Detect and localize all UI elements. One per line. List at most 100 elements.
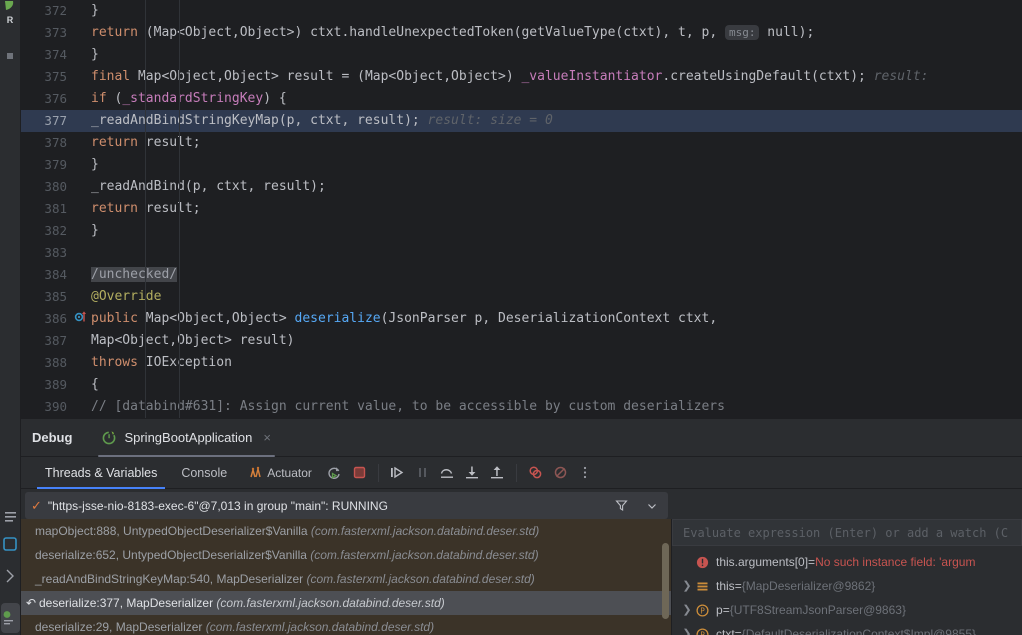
code-editor[interactable]: 372 } 373 return (Map<Object,Object>) ctx… [21,0,1022,418]
code-line[interactable]: 388 throws IOException [21,352,1022,374]
step-into-button[interactable] [460,460,485,485]
indent-guide [179,66,180,88]
structure-icon[interactable] [0,505,21,527]
code-line[interactable]: 382 } [21,220,1022,242]
terminal-icon[interactable] [0,533,21,555]
variable-row[interactable]: ❯ Pp = {UTF8StreamJsonParser@9863} [672,598,1022,622]
actuator-icon [249,466,262,479]
run-config-tab[interactable]: SpringBootApplication × [98,419,275,457]
code-line[interactable]: 375 final Map<Object,Object> result = (M… [21,66,1022,88]
indent-guide [145,396,146,418]
debug-tool-icon[interactable] [0,603,20,633]
bookmark-dot-icon[interactable] [0,26,21,86]
frame-row[interactable]: mapObject:888, UntypedObjectDeserializer… [21,519,671,543]
frame-row[interactable]: ↶ deserialize:377, MapDeserializer (com.f… [21,591,671,615]
indent-guide [179,44,180,66]
code-line[interactable]: 390 // [databind#631]: Assign current va… [21,396,1022,418]
indent-guide [179,308,180,330]
debug-toolbar: Threads & Variables Console Actuator [21,457,1022,489]
expand-chevron-icon[interactable]: ❯ [678,574,696,598]
more-options-button[interactable] [573,460,598,485]
variable-row[interactable]: this.arguments[0] = No such instance fie… [672,550,1022,574]
code-line[interactable]: 374 } [21,44,1022,66]
code-text: public Map<Object,Object> deserialize(Js… [91,308,717,330]
indent-guide [145,22,146,44]
variables-list[interactable]: this.arguments[0] = No such instance fie… [672,546,1022,635]
tab-console[interactable]: Console [169,457,239,489]
code-line[interactable]: 386 public Map<Object,Object> deserializ… [21,308,1022,330]
variable-name: ctxt [716,627,735,635]
code-line[interactable]: 387 Map<Object,Object> result) [21,330,1022,352]
variable-row[interactable]: ❯ this = {MapDeserializer@9862} [672,574,1022,598]
code-line[interactable]: 383 [21,242,1022,264]
close-icon[interactable]: × [263,430,271,445]
indent-guide [145,286,146,308]
code-line[interactable]: 376 if (_standardStringKey) { [21,88,1022,110]
field-icon [696,580,716,593]
frame-row[interactable]: deserialize:652, UntypedObjectDeserializ… [21,543,671,567]
code-text: } [91,220,99,242]
code-line[interactable]: 381 return result; [21,198,1022,220]
code-line[interactable]: 385 @Override [21,286,1022,308]
variable-equals: = [734,579,742,593]
code-text: Map<Object,Object> result) [91,330,295,352]
evaluate-expression-input[interactable]: Evaluate expression (Enter) or add a wat… [672,519,1022,546]
expand-chevron-icon[interactable]: ❯ [678,622,696,635]
line-number: 387 [44,333,67,348]
line-number: 389 [44,377,67,392]
indent-guide [179,242,180,264]
code-token: null); [759,25,815,40]
indent-guide [145,308,146,330]
indent-guide [145,66,146,88]
code-line[interactable]: 378 return result; [21,132,1022,154]
step-over-button[interactable] [435,460,460,485]
code-token: (JsonParser p, DeserializationContext ct… [380,311,718,326]
resume-button[interactable] [385,460,410,485]
code-line[interactable]: 372 } [21,0,1022,22]
frames-list[interactable]: mapObject:888, UntypedObjectDeserializer… [21,519,672,635]
code-token: { [91,377,99,392]
code-text: /unchecked/ [91,264,178,286]
override-method-icon[interactable] [73,308,91,330]
step-out-button[interactable] [485,460,510,485]
frame-package: (com.fasterxml.jackson.databind.deser.st… [205,620,435,634]
pause-button[interactable] [410,460,435,485]
code-text: } [91,154,99,176]
git-icon[interactable] [0,565,21,587]
code-line[interactable]: 373 return (Map<Object,Object>) ctxt.han… [21,22,1022,44]
line-number: 378 [44,135,67,150]
chevron-down-icon[interactable] [646,500,658,512]
mute-breakpoints-button[interactable] [548,460,573,485]
code-line[interactable]: 389 { [21,374,1022,396]
code-line[interactable]: 377 _readAndBindStringKeyMap(p, ctxt, re… [21,110,1022,132]
code-line[interactable]: 384 /unchecked/ [21,264,1022,286]
tab-actuator[interactable]: Actuator [239,466,322,480]
code-line[interactable]: 380 _readAndBind(p, ctxt, result); [21,176,1022,198]
rerun-button[interactable] [322,460,347,485]
code-text: { [91,374,99,396]
variable-row[interactable]: ❯ Pctxt = {DefaultDeserializationContext$… [672,622,1022,635]
svg-text:P: P [700,606,705,615]
filter-icon[interactable] [615,499,628,512]
variable-equals: = [734,627,742,635]
stop-button[interactable] [347,460,372,485]
tab-threads-variables[interactable]: Threads & Variables [33,457,169,489]
frame-method: deserialize:652, UntypedObjectDeserializ… [35,548,311,562]
frames-scrollbar[interactable] [662,543,669,619]
frame-row[interactable]: _readAndBindStringKeyMap:540, MapDeseria… [21,567,671,591]
expand-chevron-icon[interactable]: ❯ [678,598,696,622]
code-token: return [91,135,146,150]
indent-guide [179,22,180,44]
frame-method: _readAndBindStringKeyMap:540, MapDeseria… [35,572,307,586]
code-token: } [91,223,99,238]
code-text: return (Map<Object,Object>) ctxt.handleU… [91,22,814,44]
thread-label: "https-jsse-nio-8183-exec-6"@7,013 in gr… [47,498,388,513]
view-breakpoints-button[interactable] [523,460,548,485]
frame-row[interactable]: deserialize:29, MapDeserializer (com.fas… [21,615,671,635]
code-line[interactable]: 379 } [21,154,1022,176]
thread-selector[interactable]: ✓ "https-jsse-nio-8183-exec-6"@7,013 in … [25,492,668,519]
indent-guide [145,220,146,242]
debug-title: Debug [32,430,73,445]
line-number: 376 [44,91,67,106]
code-token: _readAndBind(p, ctxt, result); [91,179,326,194]
